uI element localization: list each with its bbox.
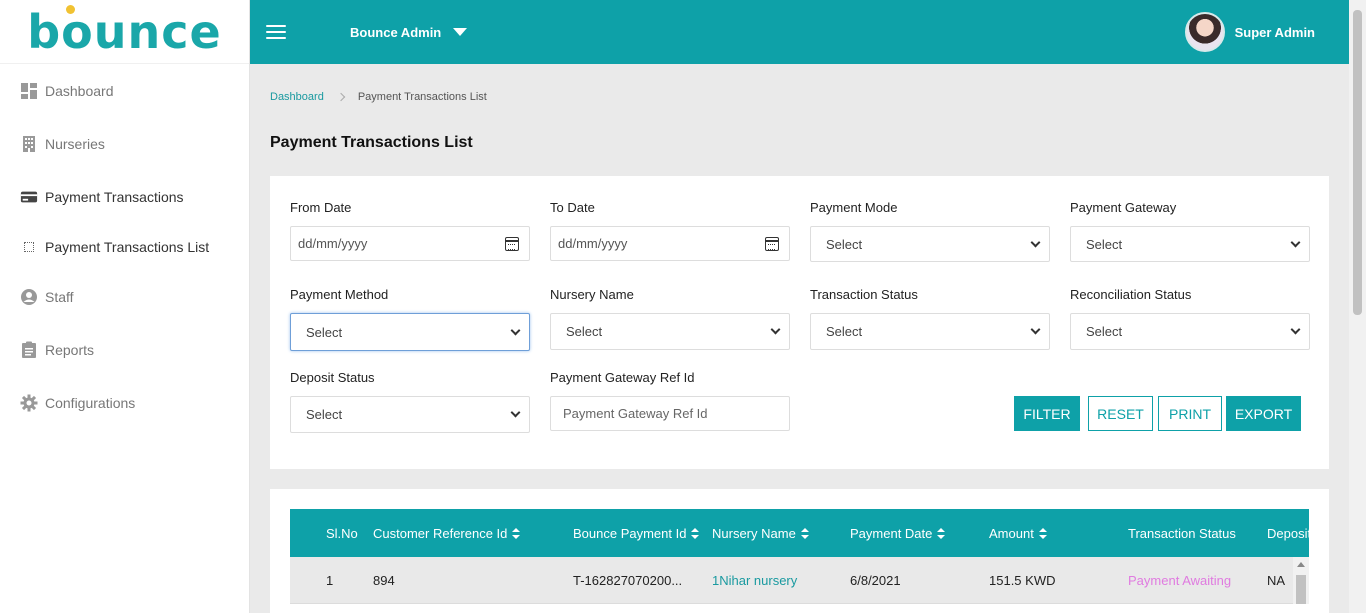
transactions-table: Sl.No Customer Reference Id Bounce Payme…	[290, 509, 1309, 604]
sidebar-item-nurseries[interactable]: Nurseries	[0, 117, 249, 170]
sidebar-item-payment-transactions-list[interactable]: Payment Transactions List	[0, 223, 249, 270]
sidebar-item-label: Staff	[45, 288, 74, 305]
breadcrumb-current: Payment Transactions List	[357, 91, 487, 103]
nursery-name-select[interactable]: Select	[550, 313, 790, 350]
avatar	[1184, 12, 1225, 52]
col-bounce-payment-id[interactable]: Bounce Payment Id	[573, 509, 700, 557]
caret-down-icon	[453, 28, 468, 36]
sidebar-item-staff[interactable]: Staff	[0, 270, 249, 323]
filter-card: From Date dd/mm/yyyy To Date dd/mm/yyyy …	[270, 176, 1329, 469]
page-scrollbar[interactable]	[1349, 0, 1366, 613]
payment-method-field: Payment Method Select	[290, 287, 530, 351]
gateway-ref-field: Payment Gateway Ref Id Payment Gateway R…	[550, 370, 790, 431]
table-header: Sl.No Customer Reference Id Bounce Payme…	[290, 509, 1309, 557]
col-deposit[interactable]: Deposit	[1267, 509, 1309, 557]
transaction-status-field: Transaction Status Select	[810, 287, 1050, 350]
sidebar-item-label: Configurations	[45, 394, 136, 411]
payment-method-select[interactable]: Select	[290, 313, 530, 351]
col-slno[interactable]: Sl.No	[326, 509, 358, 557]
export-button[interactable]: EXPORT	[1226, 396, 1301, 431]
chevron-down-icon	[770, 324, 781, 335]
col-payment-date[interactable]: Payment Date	[850, 509, 946, 557]
breadcrumb: Dashboard Payment Transactions List	[270, 91, 487, 103]
sidebar: bounce Dashboard Nurseries Payment Trans…	[0, 0, 250, 613]
chevron-down-icon	[1290, 324, 1301, 335]
reconciliation-status-select[interactable]: Select	[1070, 313, 1310, 350]
page-title: Payment Transactions List	[270, 134, 473, 151]
status-badge: Payment Awaiting	[1128, 573, 1232, 588]
chevron-down-icon	[510, 325, 521, 335]
user-menu[interactable]: Super Admin	[1184, 12, 1315, 52]
top-bar: Bounce Admin Super Admin	[250, 0, 1349, 64]
brand-label: Bounce Admin	[350, 24, 442, 40]
chevron-down-icon	[1030, 237, 1041, 247]
sort-icon	[691, 527, 700, 539]
filter-button[interactable]: FILTER	[1014, 396, 1080, 431]
sidebar-nav: Dashboard Nurseries Payment Transactions…	[0, 64, 249, 429]
nursery-name-field: Nursery Name Select	[550, 287, 790, 350]
payment-gateway-select[interactable]: Select	[1070, 226, 1310, 262]
payment-mode-select[interactable]: Select	[810, 226, 1050, 262]
from-date-field: From Date dd/mm/yyyy	[290, 200, 530, 261]
to-date-field: To Date dd/mm/yyyy	[550, 200, 790, 261]
to-date-input[interactable]: dd/mm/yyyy	[550, 226, 790, 261]
chevron-down-icon	[510, 407, 521, 418]
table-scrollbar[interactable]	[1293, 557, 1309, 604]
sidebar-item-label: Reports	[45, 341, 95, 358]
gateway-ref-input[interactable]: Payment Gateway Ref Id	[550, 396, 790, 431]
table-card: Sl.No Customer Reference Id Bounce Payme…	[270, 489, 1329, 613]
sidebar-item-configurations[interactable]: Configurations	[0, 376, 249, 429]
col-customer-ref[interactable]: Customer Reference Id	[373, 509, 521, 557]
col-transaction-status[interactable]: Transaction Status	[1128, 509, 1236, 557]
sidebar-item-label: Payment Transactions	[45, 188, 184, 205]
sort-icon	[937, 527, 946, 539]
breadcrumb-home-link[interactable]: Dashboard	[270, 91, 324, 103]
col-nursery-name[interactable]: Nursery Name	[712, 509, 809, 557]
transaction-status-select[interactable]: Select	[810, 313, 1050, 350]
calendar-icon[interactable]	[765, 236, 779, 251]
credit-card-icon	[20, 188, 38, 206]
sort-icon	[1038, 527, 1047, 539]
calendar-icon[interactable]	[505, 236, 519, 251]
user-circle-icon	[20, 288, 38, 306]
dashboard-icon	[20, 82, 38, 100]
payment-gateway-field: Payment Gateway Select	[1070, 200, 1310, 262]
logo-text: bounce	[27, 4, 222, 59]
chevron-right-icon	[336, 92, 346, 102]
sidebar-item-payment-transactions[interactable]: Payment Transactions	[0, 170, 249, 223]
gear-icon	[20, 394, 38, 412]
table-row[interactable]: 1 894 T-162827070200... 1Nihar nursery 6…	[290, 557, 1309, 604]
deposit-status-select[interactable]: Select	[290, 396, 530, 433]
user-name: Super Admin	[1234, 24, 1315, 40]
chevron-down-icon	[1290, 237, 1301, 247]
sidebar-item-dashboard[interactable]: Dashboard	[0, 64, 249, 117]
logo[interactable]: bounce	[0, 0, 249, 64]
reset-button[interactable]: RESET	[1088, 396, 1153, 431]
print-button[interactable]: PRINT	[1158, 396, 1222, 431]
nursery-link[interactable]: 1Nihar nursery	[712, 557, 797, 604]
sort-icon	[800, 527, 809, 539]
sidebar-item-label: Dashboard	[45, 82, 114, 99]
col-amount[interactable]: Amount	[989, 509, 1047, 557]
sidebar-item-reports[interactable]: Reports	[0, 323, 249, 376]
sidebar-item-label: Nurseries	[45, 135, 105, 152]
brand-dropdown[interactable]: Bounce Admin	[350, 24, 468, 40]
dotted-square-icon	[24, 241, 34, 252]
reconciliation-status-field: Reconciliation Status Select	[1070, 287, 1310, 350]
payment-mode-field: Payment Mode Select	[810, 200, 1050, 262]
menu-toggle-icon[interactable]	[266, 25, 286, 39]
building-icon	[20, 135, 38, 153]
from-date-input[interactable]: dd/mm/yyyy	[290, 226, 530, 261]
main-content: Dashboard Payment Transactions List Paym…	[250, 64, 1349, 613]
chevron-down-icon	[1030, 324, 1041, 335]
sidebar-item-label: Payment Transactions List	[45, 238, 210, 255]
deposit-status-field: Deposit Status Select	[290, 370, 530, 433]
sort-icon	[512, 527, 521, 539]
clipboard-icon	[20, 341, 38, 359]
